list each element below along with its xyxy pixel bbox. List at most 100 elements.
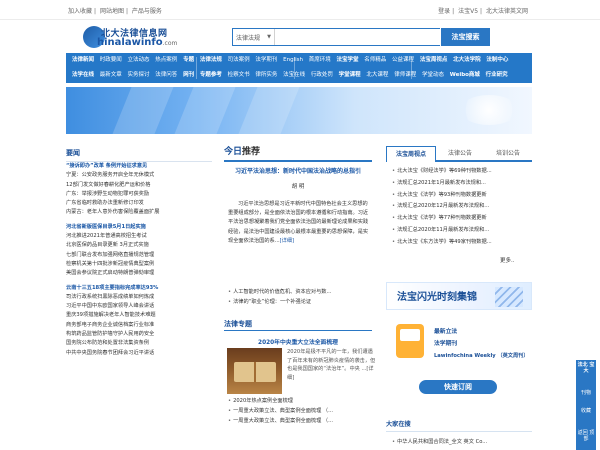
nav-item[interactable]: 北大法学院 [453,57,481,63]
nav-item[interactable]: 法学期刊 [255,57,277,63]
news-item[interactable]: 重庆39项措施解决老年人智能技术难题 [66,311,212,320]
promo-banner[interactable]: 法宝闪光时刻集锦 [386,282,532,310]
weekly-item[interactable]: 北大法宝《法学》等77种刊物数据更新 [392,213,532,225]
floating-back-to-top[interactable]: 返回 顶部 [576,430,596,448]
tab-announcements[interactable]: 法律公告 [436,146,484,162]
law-topic-image[interactable] [227,348,282,394]
subscription-item[interactable]: Lawinfochina Weekly （英文周刊） [434,350,529,362]
law-topic-item[interactable]: 2020年热点案例全面梳理 [228,396,376,406]
recommend-item[interactable]: 人工智能时代的价值危机、资本应对与数... [228,287,376,297]
top-link-lawsv5[interactable]: 法宝V5 [458,8,478,15]
news-item[interactable]: 中共中央国务院春节团拜会习近平讲话 [66,349,212,358]
nav-item[interactable]: 北大课程 [366,72,388,78]
top-link-login[interactable]: 登录 [438,8,450,15]
floating-journals[interactable]: 刊物 [576,390,596,408]
search-input[interactable] [276,29,440,45]
nav-item[interactable]: 学堂动态 [422,72,444,78]
search-button[interactable]: 法宝搜索 [441,28,490,46]
nav-item[interactable]: 法律新闻 [72,57,94,63]
nav-item[interactable]: 首席环境 [309,57,331,63]
nav-item[interactable]: Weibo商城 [450,72,480,78]
banner-stripe [238,87,300,134]
book-icon [234,362,276,382]
featured-article-title[interactable]: 习近平法治思想：新时代中国法治战略的总指引 [224,168,372,176]
nav-item[interactable]: 检察文书 [228,72,250,78]
weekly-item[interactable]: 北大法宝《东方法学》等49家刊物数据... [392,237,532,249]
news-highlight[interactable]: 河北省新版医保目录5月1日起实施 [66,223,212,232]
nav-item[interactable]: 司法案例 [228,57,250,63]
nav-item[interactable]: 法宝学堂 [337,57,359,63]
nav-item[interactable]: 时政要闻 [100,57,122,63]
nav-item[interactable]: 专题参考 [200,72,222,78]
news-item[interactable]: 习近平中国中东欧国家领导人峰会讲话 [66,302,212,311]
floating-logo[interactable]: 法北 宝大 [576,362,596,388]
top-left-links: 加入收藏 | 网站地图 | 产品与服务 [68,8,162,15]
top-link-sitemap[interactable]: 网站地图 [100,8,124,15]
subscription-item[interactable]: 法学期刊 [434,338,528,350]
news-item[interactable]: 司法行政系统扫黑除恶成绩单如何炼成 [66,293,212,302]
law-topic-item[interactable]: 一周重大政策立法、典型案例全面梳理 （... [228,416,376,426]
today-label: 今日 [224,147,243,157]
law-topic-list: 2020年热点案例全面梳理 一周重大政策立法、典型案例全面梳理 （... 一周重… [228,396,376,426]
nav-item[interactable]: 专题 [183,57,194,63]
weekly-item[interactable]: 北大法宝《法学》等93种刊物数据更新 [392,190,532,202]
law-topic-feature[interactable]: 2020年中央重大立法全面梳理 [224,337,372,346]
news-item[interactable]: 商务部电子商务企业诚信档案行业标准 [66,321,212,330]
nav-row-2: 法学在线 最新文章 实务探讨 法律问答 网刊 专题参考 检察文书 律所实务 法宝… [72,70,512,80]
news-item[interactable]: 广东省临时救助办法重新修订印发 [66,199,212,208]
tab-weekly[interactable]: 法宝周视点 [386,146,436,162]
weekly-more-link[interactable]: 更多.. [500,256,515,264]
nav-item[interactable]: 法律法规 [200,57,222,63]
news-item[interactable]: 检察机关第十四批涉新冠疫情典型案例 [66,260,212,269]
top-link-favorite[interactable]: 加入收藏 [68,8,92,15]
law-topic-title: 法律专题 [224,317,372,331]
recommend-item[interactable]: 法律的“职业”伦理：一个补强论证 [228,297,376,307]
featured-article-more-link[interactable]: [详细] [280,238,294,244]
searches-item[interactable]: 中华人民共和国合同法_全文 英文 Co... [392,437,532,447]
site-logo[interactable]: 北大法律信息网 hinalawinfo.com [83,24,188,52]
quick-subscribe-button[interactable]: 快速订阅 [419,380,497,394]
banner-glow [460,95,518,125]
nav-item[interactable]: 行业研究 [486,72,508,78]
nav-item[interactable]: 法律问答 [155,72,177,78]
news-item[interactable]: 构筑药品监管防护墙守护人民用药安全 [66,330,212,339]
news-highlight[interactable]: “接诉即办”改革 条例开始征求意见 [66,162,212,171]
nav-item[interactable]: 律所实务 [255,72,277,78]
nav-item[interactable]: 最新文章 [100,72,122,78]
news-item[interactable]: 广东：举报涉野生动物犯罪可获奖励 [66,190,212,199]
news-highlight[interactable]: 云南十三五18项主要指标完成率达93% [66,284,212,293]
weekly-item[interactable]: 法规汇总2020年11月最新发布法规和... [392,225,532,237]
news-item[interactable]: 国务院公布防范和处置非法集资条例 [66,339,212,348]
nav-item[interactable]: 实务探讨 [128,72,150,78]
news-item[interactable]: 河北推进2021年普通高校招生考试 [66,232,212,241]
weekly-item[interactable]: 北大法宝《财经法学》等69种刊物数据... [392,166,532,178]
nav-item[interactable]: 热点案例 [155,57,177,63]
nav-item[interactable]: 立法动态 [128,57,150,63]
news-item[interactable]: 12部门发文做好春耕化肥产运和价格 [66,181,212,190]
floating-favorites[interactable]: 收藏 [576,408,596,426]
today-recommend-header: 今日推荐 [224,144,372,162]
hero-banner[interactable] [66,87,532,134]
news-item[interactable]: 宁夏：公安政务服务开启全年无休模式 [66,171,212,180]
search-category-select[interactable]: 法律法规 ▼ [233,29,275,45]
nav-item[interactable]: 学堂课程 [339,72,361,78]
weekly-item[interactable]: 法规汇总2020年12月最新发布法规和... [392,201,532,213]
nav-item[interactable]: 法学在线 [72,72,94,78]
news-item[interactable]: 七部门联合发布加强网络直播规范管理 [66,251,212,260]
law-topic-item[interactable]: 一周重大政策立法、典型案例全面梳理 （... [228,406,376,416]
news-item[interactable]: 美国会参议院正式启动特朗普弹劾审理 [66,269,212,278]
nav-item[interactable]: 法宝周视点 [420,57,448,63]
subscription-item[interactable]: 最新立法 [434,326,528,338]
nav-item[interactable]: 法制中心 [486,57,508,63]
nav-item[interactable]: 名师精品 [364,57,386,63]
nav-item[interactable]: 律师课程 [394,72,416,78]
news-item[interactable]: 北京医保药品目录更新 3月正式实施 [66,241,212,250]
tab-training[interactable]: 培训公告 [484,146,532,162]
weekly-item[interactable]: 法规汇总2021年1月最新发布法规和... [392,178,532,190]
nav-item[interactable]: 网刊 [183,72,194,78]
top-link-services[interactable]: 产品与服务 [132,8,162,15]
nav-item[interactable]: 行政处罚 [311,72,333,78]
top-link-english[interactable]: 北大法律英文网 [486,8,528,15]
news-item[interactable]: 内蒙古：老年人意外伤害保险覆盖面扩展 [66,208,212,217]
news-title: 要闻 [66,144,212,162]
